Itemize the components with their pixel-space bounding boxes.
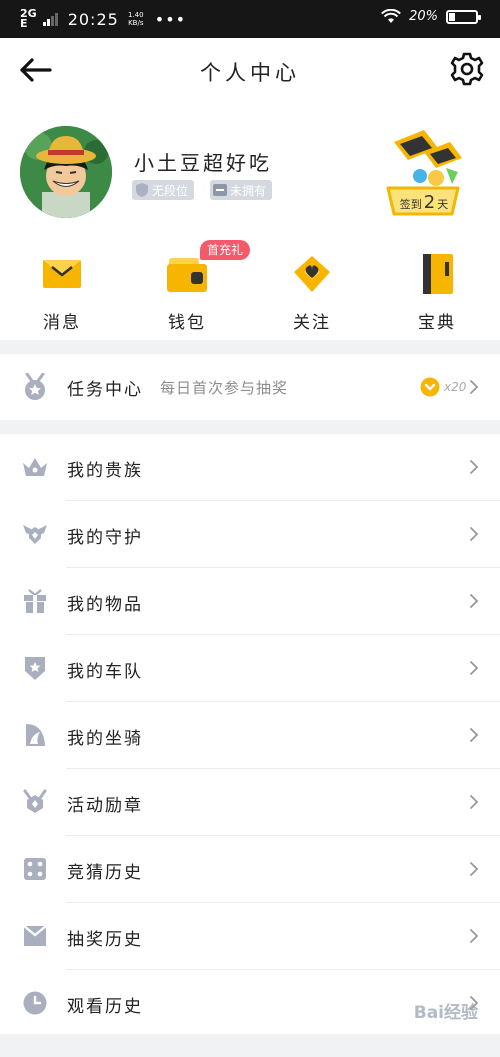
section-divider [0, 340, 500, 354]
menu-item-guess-history[interactable]: 竞猜历史 [0, 836, 500, 903]
wallet-first-charge-tag: 首充礼 [200, 240, 251, 260]
menu-item-label: 观看历史 [67, 997, 143, 1017]
signin-days[interactable]: 签到 2 天 [393, 192, 455, 213]
chevron-right-icon [470, 460, 479, 474]
quick-action-wallet[interactable]: 钱包 [137, 252, 237, 333]
watermark: Bai经验 [413, 1003, 478, 1023]
clock-text: 20:25 [67, 9, 119, 29]
chevron-right-icon [470, 594, 479, 608]
menu-item-guard[interactable]: 我的守护 [0, 501, 500, 568]
menu-item-label: 我的车队 [67, 662, 143, 682]
bottom-spacer [0, 1034, 500, 1057]
clock-icon [23, 991, 47, 1015]
quick-action-label: 宝典 [418, 313, 456, 333]
profile-badges: 无段位 未拥有 [132, 180, 273, 200]
menu-item-label: 我的物品 [67, 595, 143, 615]
menu-item-items[interactable]: 我的物品 [0, 568, 500, 635]
quick-action-messages[interactable]: 消息 [12, 252, 112, 333]
page-header: 个人中心 [0, 38, 500, 102]
mount-icon [26, 724, 45, 746]
menu-item-label: 我的贵族 [67, 461, 143, 481]
chevron-right-icon [470, 661, 479, 675]
noble-badge-icon [213, 184, 228, 196]
follow-heart-icon [294, 256, 330, 292]
menu-item-noble[interactable]: 我的贵族 [0, 434, 500, 501]
net-speed: 1.40 KB/s [128, 11, 144, 27]
nickname: 小土豆超好吃 [134, 151, 272, 175]
task-center-row[interactable]: 任务中心 每日首次参与抽奖 x20 [0, 354, 500, 420]
menu-item-label: 活动励章 [67, 796, 143, 816]
noble-badge[interactable]: 未拥有 [210, 180, 273, 200]
medal-icon [23, 789, 47, 813]
menu-item-label: 我的坐骑 [67, 729, 143, 749]
team-shield-icon [25, 657, 45, 680]
more-notifications-icon: ••• [154, 9, 187, 29]
guidebook-icon [423, 254, 453, 294]
section-divider [0, 420, 500, 434]
network-indicator: 2G E [20, 7, 37, 30]
menu-item-label: 抽奖历史 [67, 930, 143, 950]
battery-percent: 20% [409, 9, 438, 24]
chevron-right-icon [470, 527, 479, 541]
quick-action-label: 消息 [43, 313, 81, 333]
chevron-right-icon [470, 728, 479, 742]
dice-icon [24, 858, 46, 880]
chevron-right-icon [470, 862, 479, 876]
task-center-description: 每日首次参与抽奖 [160, 379, 289, 397]
quick-action-follow[interactable]: 关注 [262, 252, 362, 333]
wifi-icon [381, 9, 402, 23]
guard-wings-icon [23, 525, 47, 544]
page-title: 个人中心 [200, 61, 300, 85]
task-medal-icon [25, 373, 45, 400]
menu-item-label: 竞猜历史 [67, 863, 143, 883]
task-center-label: 任务中心 [67, 380, 143, 400]
rank-badge[interactable]: 无段位 [132, 180, 195, 200]
noble-badge-label: 未拥有 [230, 183, 267, 198]
menu-item-label: 我的守护 [67, 528, 143, 548]
menu-item-lottery-history[interactable]: 抽奖历史 [0, 903, 500, 970]
rank-shield-icon [136, 183, 148, 197]
avatar[interactable] [20, 126, 112, 218]
rank-badge-label: 无段位 [152, 183, 189, 198]
crown-icon [23, 458, 47, 476]
quick-action-label: 钱包 [168, 313, 206, 333]
menu-list: 我的贵族 我的守护 我的物品 我的车队 我的坐骑 活动励章 竞猜历史 抽奖历史 … [0, 434, 500, 1037]
lottery-box-icon [23, 925, 47, 946]
task-reward-count: x20 [444, 380, 467, 394]
chevron-right-icon [470, 380, 479, 394]
chevron-right-icon [470, 929, 479, 943]
menu-item-team[interactable]: 我的车队 [0, 635, 500, 702]
status-bar: 2G E 20:25 1.40 KB/s ••• 20% [0, 0, 500, 38]
quick-actions: 消息 钱包 关注 宝典 [0, 252, 500, 333]
quick-action-label: 关注 [293, 313, 331, 333]
battery-icon [446, 9, 481, 24]
quick-action-guidebook[interactable]: 宝典 [387, 252, 487, 333]
menu-item-mount[interactable]: 我的坐骑 [0, 702, 500, 769]
menu-item-badges[interactable]: 活动励章 [0, 769, 500, 836]
message-icon [43, 260, 81, 288]
gift-box-icon [24, 589, 46, 613]
settings-gear-icon[interactable] [450, 52, 484, 86]
signal-icon [42, 12, 58, 26]
chevron-right-icon [470, 795, 479, 809]
coin-icon [420, 377, 440, 397]
